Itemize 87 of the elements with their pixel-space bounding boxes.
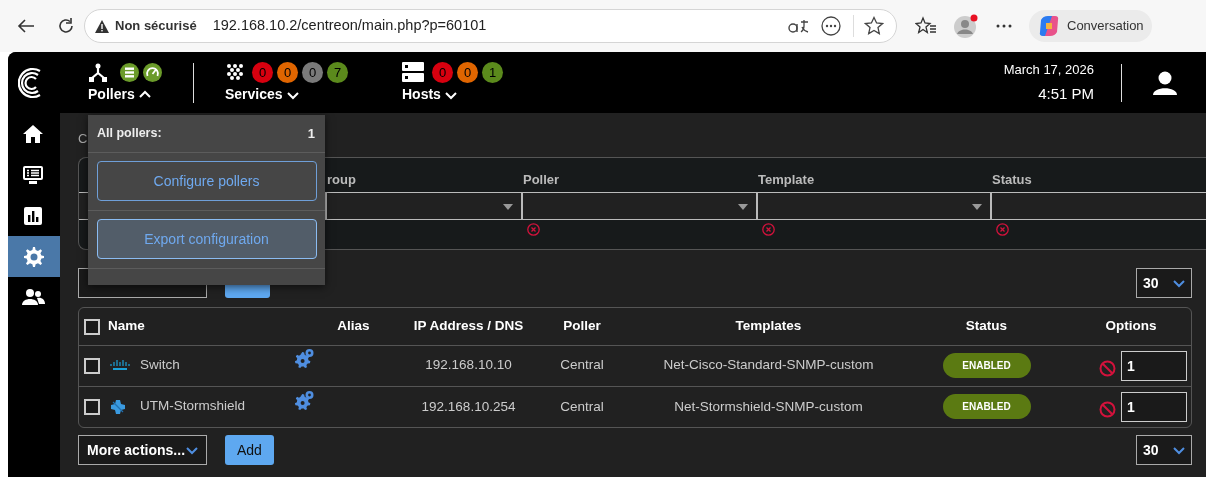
caret-icon bbox=[444, 89, 457, 100]
user-icon[interactable] bbox=[1152, 69, 1178, 96]
status-counter[interactable]: 0 bbox=[457, 61, 478, 83]
menu-toggle[interactable]: Services bbox=[225, 84, 402, 105]
status-counter[interactable]: 0 bbox=[252, 61, 273, 83]
swirl-logo-icon bbox=[1037, 14, 1061, 38]
poller-count: 1 bbox=[307, 125, 315, 143]
status-counter[interactable]: 1 bbox=[482, 61, 503, 83]
column-header: IP Address / DNS bbox=[413, 318, 524, 334]
filter-select[interactable] bbox=[521, 192, 756, 220]
column-header: Options bbox=[1105, 318, 1157, 334]
caret-icon bbox=[1173, 278, 1185, 288]
filter-label: Status bbox=[992, 172, 1032, 187]
column-header: Name bbox=[108, 318, 145, 334]
clear-icon[interactable] bbox=[762, 223, 775, 236]
status-counter[interactable]: 7 bbox=[327, 61, 348, 83]
status-badge: ENABLED bbox=[942, 353, 1031, 378]
filter-label: Template bbox=[758, 172, 815, 187]
clear-icon[interactable] bbox=[527, 223, 540, 236]
database-icon[interactable] bbox=[120, 62, 139, 82]
disable-icon[interactable] bbox=[1099, 360, 1116, 377]
star-icon[interactable] bbox=[864, 16, 884, 36]
monitor-icon bbox=[22, 163, 46, 186]
status-counter[interactable]: 0 bbox=[302, 61, 323, 83]
host-name[interactable]: Switch bbox=[140, 357, 180, 373]
network-icon[interactable] bbox=[88, 62, 108, 82]
menu-button[interactable]: Configure pollers bbox=[96, 161, 317, 201]
caret-icon bbox=[186, 445, 198, 455]
copilot-button[interactable]: Conversation bbox=[1029, 10, 1152, 42]
menu-toggle[interactable]: Hosts bbox=[402, 84, 602, 105]
column-header: Poller bbox=[563, 318, 601, 334]
table-cell-text: Net-Stormshield-SNMP-custom bbox=[674, 398, 863, 414]
more-icon[interactable] bbox=[995, 23, 1013, 29]
date-text: March 17, 2026 bbox=[1003, 61, 1094, 79]
column-header: Templates bbox=[735, 318, 802, 334]
column-header: Alias bbox=[337, 318, 370, 334]
checkbox[interactable] bbox=[84, 357, 100, 374]
menu-toggle[interactable]: Pollers bbox=[88, 84, 193, 105]
time-text: 4:51 PM bbox=[1038, 83, 1094, 104]
checkbox[interactable] bbox=[84, 398, 100, 415]
address-bar[interactable]: Non sécurisé 192.168.10.2/centreon/main.php?p=60101 bbox=[84, 9, 897, 43]
gears-icon[interactable] bbox=[292, 348, 315, 371]
caret-icon bbox=[286, 89, 299, 100]
disable-icon[interactable] bbox=[1099, 401, 1116, 419]
url-text[interactable]: 192.168.10.2/centreon/main.php?p=60101 bbox=[212, 15, 487, 37]
dropdown-caret-icon bbox=[972, 204, 982, 210]
profile-icon[interactable] bbox=[953, 13, 979, 39]
security-warning[interactable]: Non sécurisé bbox=[115, 16, 197, 36]
page-size-select[interactable]: 30 bbox=[1136, 435, 1192, 465]
table-cell-text: 192.168.10.10 bbox=[425, 357, 512, 373]
filter-label: roup bbox=[327, 172, 356, 187]
number-field[interactable]: 1 bbox=[1121, 391, 1187, 422]
page-size-select[interactable]: 30 bbox=[1136, 268, 1192, 298]
filter-select[interactable] bbox=[990, 192, 1206, 220]
server-icon[interactable] bbox=[402, 61, 424, 83]
table-cell-text: 192.168.10.254 bbox=[421, 398, 516, 414]
breadcrumb-text[interactable]: C bbox=[78, 131, 88, 146]
favorites-icon[interactable] bbox=[915, 16, 937, 36]
filter-select[interactable] bbox=[756, 192, 990, 220]
more-actions-select[interactable]: More actions... bbox=[78, 435, 207, 465]
filter-select[interactable] bbox=[325, 192, 521, 220]
status-counter[interactable]: 0 bbox=[432, 61, 453, 83]
settings-icon bbox=[22, 245, 46, 268]
warning-icon bbox=[95, 19, 109, 33]
menu-title: All pollers: bbox=[97, 125, 162, 142]
number-field[interactable]: 1 bbox=[1121, 350, 1187, 381]
more-icon[interactable] bbox=[821, 16, 841, 36]
translate-icon[interactable] bbox=[787, 18, 809, 34]
filter-label: Poller bbox=[523, 172, 560, 187]
caret-icon bbox=[138, 89, 151, 100]
reload-icon[interactable] bbox=[56, 16, 76, 36]
host-name[interactable]: UTM-Stormshield bbox=[140, 398, 245, 414]
clear-icon[interactable] bbox=[996, 223, 1009, 236]
dropdown-caret-icon bbox=[738, 204, 748, 210]
gauge-icon[interactable] bbox=[143, 62, 162, 82]
status-badge: ENABLED bbox=[942, 394, 1031, 420]
gears-icon[interactable] bbox=[292, 389, 315, 412]
column-header: Status bbox=[965, 318, 1008, 334]
table-cell-text: Central bbox=[560, 398, 604, 414]
checkbox[interactable] bbox=[84, 318, 100, 335]
add-button[interactable]: Add bbox=[225, 435, 274, 465]
status-counter[interactable]: 0 bbox=[277, 61, 298, 83]
dots-icon[interactable] bbox=[225, 63, 245, 81]
caret-icon bbox=[1173, 445, 1185, 455]
dropdown-caret-icon bbox=[503, 204, 513, 210]
table-cell-text: Net-Cisco-Standard-SNMP-custom bbox=[663, 357, 874, 373]
table-cell-text: Central bbox=[560, 357, 604, 373]
